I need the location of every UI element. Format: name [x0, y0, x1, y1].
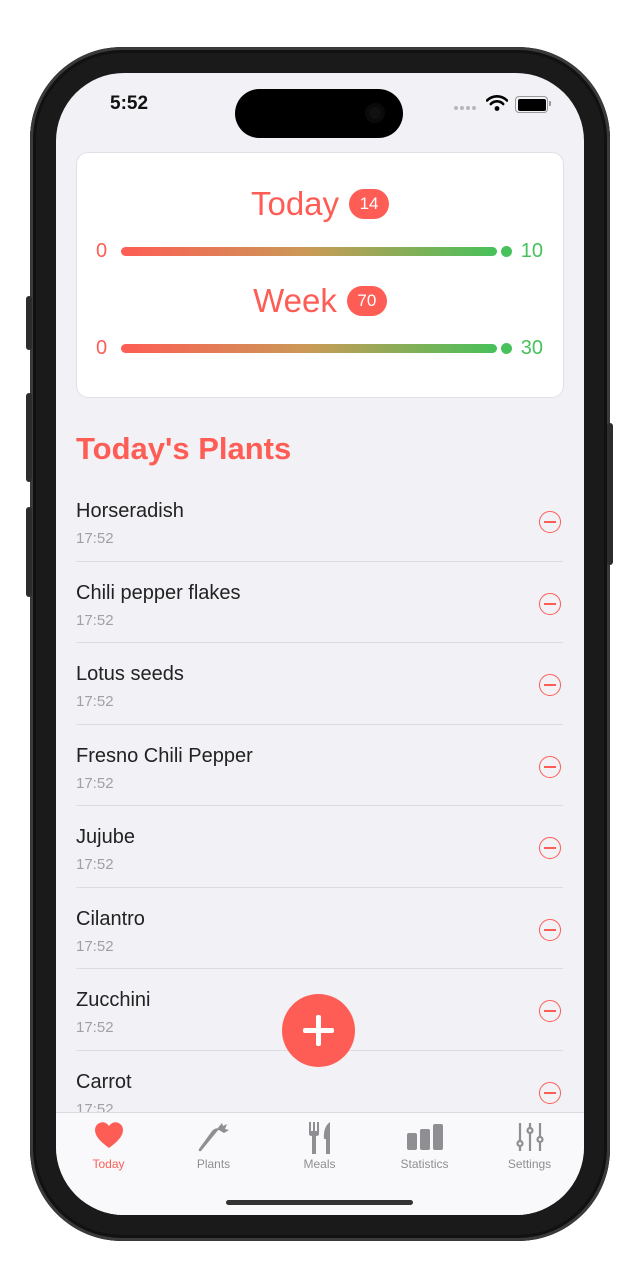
remove-icon[interactable]: [539, 592, 561, 615]
week-max: 30: [520, 337, 543, 359]
plant-time: 17:52: [76, 530, 114, 547]
week-count-badge: 70: [346, 286, 387, 316]
list-item[interactable]: Jujube 17:52: [76, 806, 563, 888]
home-indicator[interactable]: [226, 1200, 413, 1205]
plant-time: 17:52: [76, 937, 114, 955]
screen: 5:52 Today 14 0 10 Week 70 0 30 Today's …: [56, 73, 584, 1215]
camera-icon: [365, 103, 385, 123]
dynamic-island: [235, 89, 403, 138]
tab-plants[interactable]: Plants: [161, 1113, 266, 1173]
plant-time: 17:52: [76, 611, 114, 629]
week-progress-bar: [121, 344, 497, 353]
plant-time: 17:52: [76, 856, 114, 873]
plant-time: 17:52: [76, 774, 114, 792]
plant-name: Fresno Chili Pepper: [76, 744, 253, 767]
volume-up-button: [26, 393, 32, 482]
volume-down-button: [26, 507, 32, 597]
heart-icon: [94, 1122, 123, 1148]
remove-icon[interactable]: [539, 511, 561, 533]
tab-label: Plants: [196, 1157, 231, 1171]
today-progress-dot: [501, 246, 512, 257]
today-min: 0: [96, 240, 108, 262]
remove-icon[interactable]: [539, 918, 561, 941]
fork-knife-icon: [308, 1122, 330, 1154]
add-plant-button[interactable]: [282, 994, 355, 1067]
bar-chart-icon: [406, 1124, 443, 1150]
list-item[interactable]: Horseradish 17:52: [76, 480, 563, 562]
today-count-badge: 14: [349, 189, 390, 219]
summary-card: Today 14 0 10 Week 70 0 30: [76, 152, 564, 398]
plant-name: Chili pepper flakes: [76, 581, 241, 604]
week-label: Week: [253, 282, 337, 319]
cellular-signal-icon: [454, 106, 476, 110]
today-summary-title: Today 14: [77, 185, 563, 223]
plant-name: Cilantro: [76, 907, 145, 930]
week-progress: 0 30: [77, 337, 563, 361]
remove-icon[interactable]: [539, 837, 561, 859]
plant-time: 17:52: [76, 1019, 114, 1036]
plant-time: 17:52: [76, 693, 114, 710]
tab-label: Meals: [303, 1157, 336, 1171]
tab-label: Settings: [507, 1157, 552, 1171]
week-progress-dot: [501, 343, 512, 354]
week-summary-title: Week 70: [77, 282, 563, 320]
tab-statistics[interactable]: Statistics: [372, 1113, 477, 1173]
power-button: [607, 423, 613, 565]
plant-name: Zucchini: [76, 989, 151, 1011]
tab-label: Today: [92, 1157, 125, 1171]
week-min: 0: [96, 337, 108, 359]
today-label: Today: [250, 185, 340, 222]
status-time: 5:52: [110, 93, 149, 114]
list-item[interactable]: Cilantro 17:52: [76, 888, 563, 969]
action-button: [26, 296, 32, 350]
today-max: 10: [520, 240, 543, 262]
remove-icon[interactable]: [539, 1081, 561, 1104]
tab-label: Statistics: [400, 1157, 449, 1171]
remove-icon[interactable]: [539, 674, 561, 696]
list-item[interactable]: Chili pepper flakes 17:52: [76, 562, 563, 643]
remove-icon[interactable]: [539, 1000, 561, 1022]
battery-icon: [515, 96, 551, 113]
tab-settings[interactable]: Settings: [477, 1113, 582, 1173]
today-progress-bar: [121, 247, 497, 256]
plant-name: Lotus seeds: [76, 663, 184, 685]
plant-name: Horseradish: [76, 500, 184, 522]
plant-name: Carrot: [76, 1070, 132, 1093]
list-item[interactable]: Lotus seeds 17:52: [76, 643, 563, 725]
plant-name: Jujube: [76, 826, 135, 848]
today-progress: 0 10: [77, 240, 563, 264]
list-item[interactable]: Fresno Chili Pepper 17:52: [76, 725, 563, 806]
remove-icon[interactable]: [539, 755, 561, 778]
tab-today[interactable]: Today: [56, 1113, 161, 1173]
tab-meals[interactable]: Meals: [267, 1113, 372, 1173]
sliders-icon: [515, 1123, 544, 1151]
wifi-icon: [486, 95, 508, 111]
carrot-icon: [198, 1123, 229, 1152]
section-title: Today's Plants: [76, 431, 292, 466]
